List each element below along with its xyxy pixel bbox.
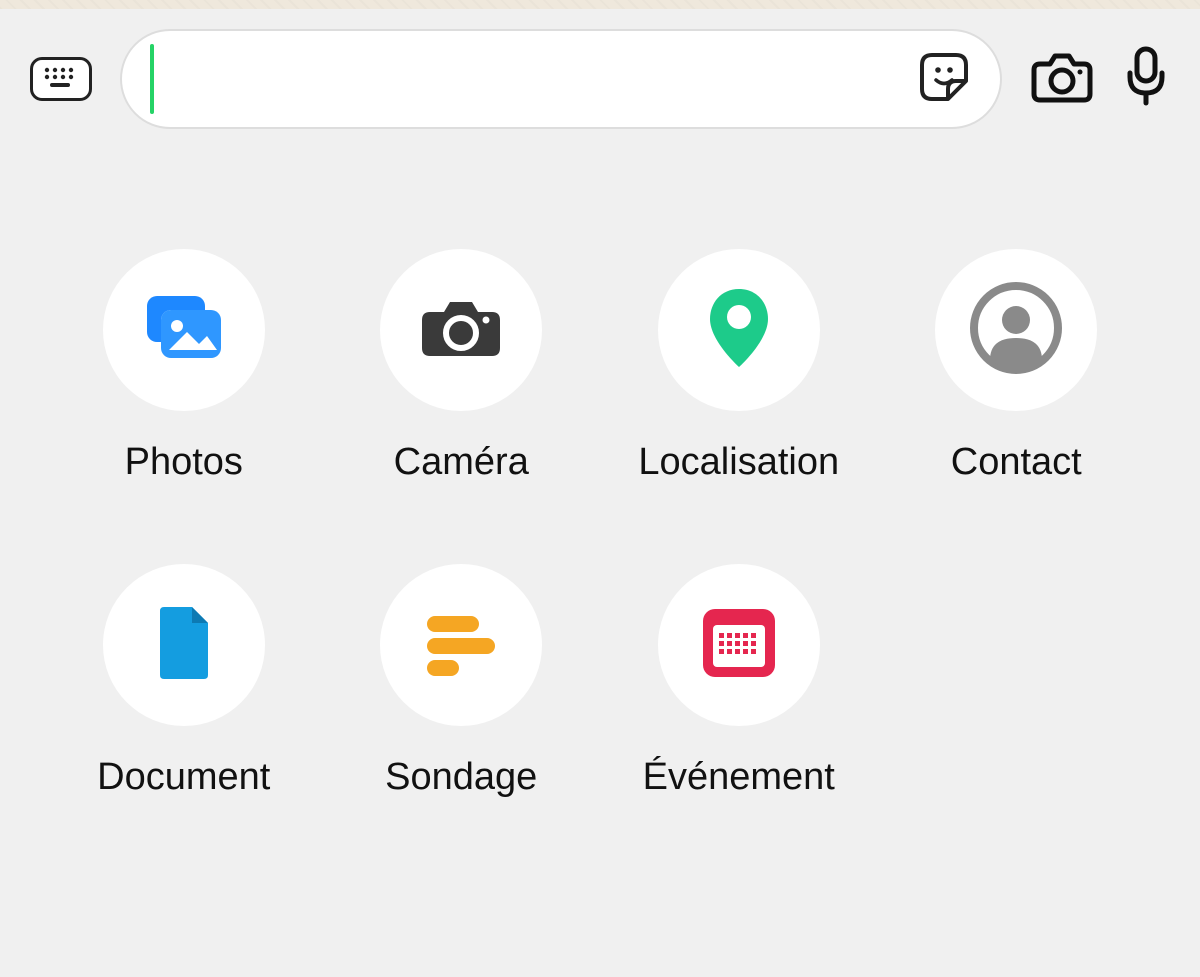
poll-icon	[421, 608, 501, 683]
camera-button[interactable]	[1030, 48, 1094, 111]
attach-photos[interactable]: Photos	[45, 249, 323, 484]
mic-button[interactable]	[1122, 45, 1170, 114]
attach-document-label: Document	[97, 756, 270, 799]
attach-poll[interactable]: Sondage	[323, 564, 601, 799]
attach-poll-label: Sondage	[385, 756, 537, 799]
sticker-button[interactable]	[916, 49, 972, 110]
calendar-icon	[697, 603, 781, 688]
message-input[interactable]	[154, 63, 916, 95]
chat-pattern-strip	[0, 0, 1200, 9]
attach-photos-label: Photos	[125, 441, 243, 484]
keyboard-icon	[41, 63, 81, 96]
attach-document-circle	[103, 564, 265, 726]
attach-poll-circle	[380, 564, 542, 726]
microphone-icon	[1122, 45, 1170, 114]
attach-camera[interactable]: Caméra	[323, 249, 601, 484]
attachment-grid: Photos Caméra Localisation	[0, 149, 1200, 799]
contact-icon	[970, 282, 1062, 379]
sticker-icon	[916, 49, 972, 110]
attach-contact-circle	[935, 249, 1097, 411]
camera-fill-icon	[418, 292, 504, 369]
attach-contact[interactable]: Contact	[878, 249, 1156, 484]
attach-event-label: Événement	[643, 756, 835, 799]
attach-location-circle	[658, 249, 820, 411]
attach-photos-circle	[103, 249, 265, 411]
message-toolbar	[0, 9, 1200, 149]
document-icon	[152, 603, 216, 688]
attach-event-circle	[658, 564, 820, 726]
attach-contact-label: Contact	[951, 441, 1082, 484]
camera-icon	[1030, 48, 1094, 111]
photos-icon	[139, 288, 229, 373]
location-pin-icon	[704, 283, 774, 378]
attach-event[interactable]: Événement	[600, 564, 878, 799]
attach-location[interactable]: Localisation	[600, 249, 878, 484]
keyboard-button[interactable]	[30, 57, 92, 101]
attach-document[interactable]: Document	[45, 564, 323, 799]
message-input-container[interactable]	[120, 29, 1002, 129]
attach-location-label: Localisation	[638, 441, 839, 484]
attach-camera-circle	[380, 249, 542, 411]
attach-camera-label: Caméra	[394, 441, 529, 484]
